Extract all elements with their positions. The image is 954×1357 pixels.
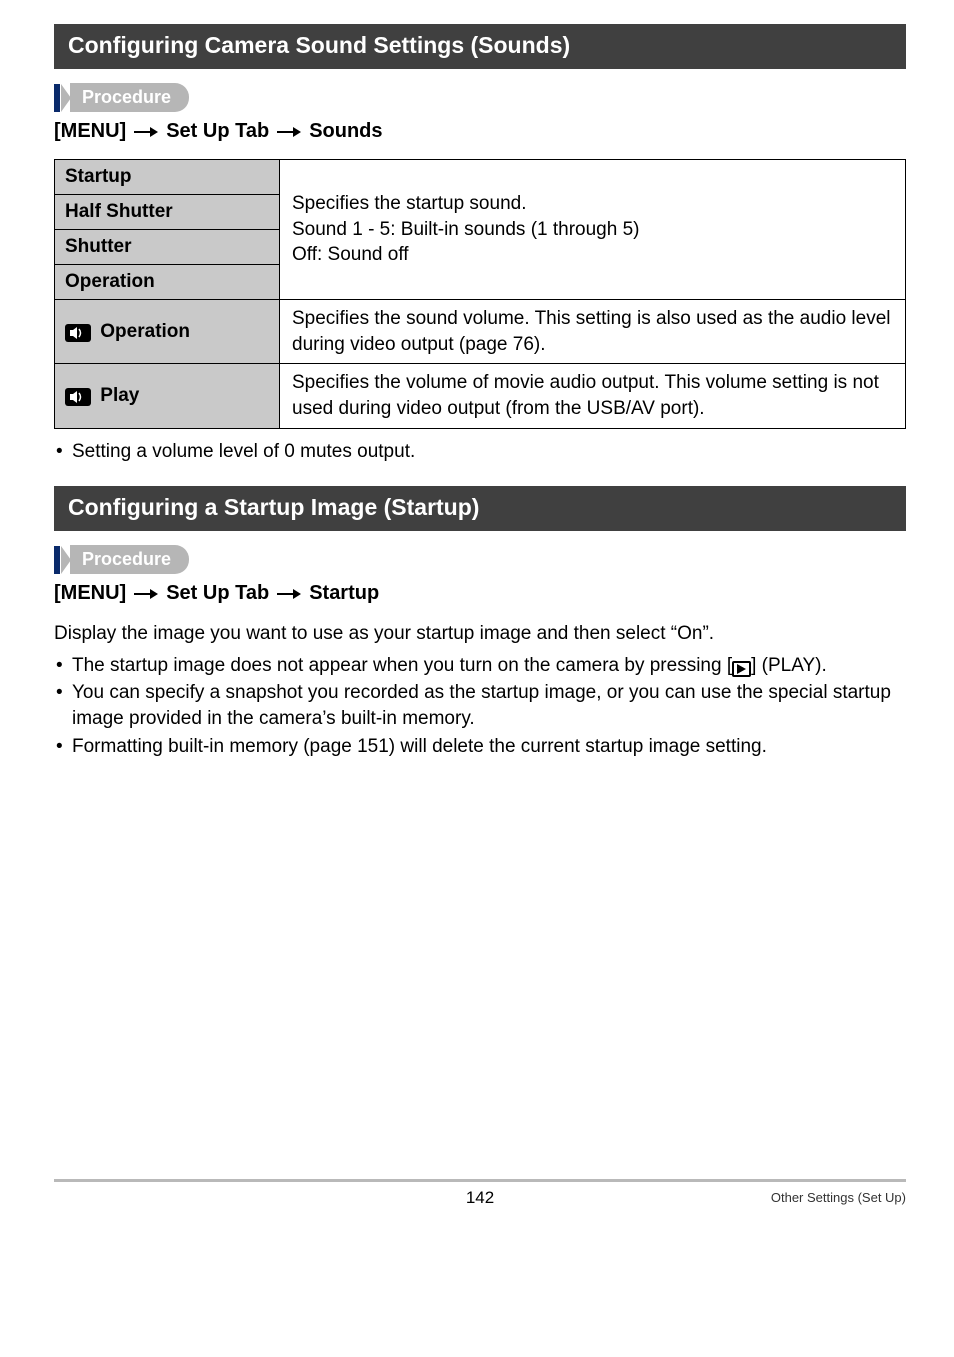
- page-footer: 142 Other Settings (Set Up): [54, 1179, 906, 1213]
- bullet-list: The startup image does not appear when y…: [54, 653, 906, 760]
- row-header-operation: Operation: [55, 265, 280, 300]
- list-item: The startup image does not appear when y…: [54, 653, 906, 679]
- table-row: Startup Specifies the startup sound. Sou…: [55, 160, 906, 195]
- bullet-text-a: The startup image does not appear when y…: [72, 655, 732, 676]
- menupath-part: [MENU]: [54, 120, 126, 143]
- table-row: Play Specifies the volume of movie audio…: [55, 364, 906, 428]
- procedure-vbar: [54, 84, 60, 112]
- page-number: 142: [466, 1188, 494, 1208]
- menupath-part: Startup: [309, 582, 379, 605]
- speaker-icon: [65, 324, 91, 342]
- menupath-part: Sounds: [309, 120, 382, 143]
- play-triangle-icon: [737, 664, 746, 674]
- arrow-right-icon: [277, 125, 301, 139]
- list-item: Formatting built-in memory (page 151) wi…: [54, 734, 906, 760]
- cell-operation-volume-desc: Specifies the sound volume. This setting…: [280, 300, 906, 364]
- list-item: Setting a volume level of 0 mutes output…: [54, 439, 906, 465]
- menupath-part: [MENU]: [54, 582, 126, 605]
- procedure-row: Procedure: [54, 83, 906, 112]
- row-header-startup: Startup: [55, 160, 280, 195]
- speaker-icon: [65, 388, 91, 406]
- row-header-half-shutter: Half Shutter: [55, 195, 280, 230]
- row-header-play-volume: Play: [55, 364, 280, 428]
- footer-section-label: Other Settings (Set Up): [771, 1190, 906, 1205]
- table-row: Operation Specifies the sound volume. Th…: [55, 300, 906, 364]
- arrow-right-icon: [134, 587, 158, 601]
- settings-table: Startup Specifies the startup sound. Sou…: [54, 159, 906, 429]
- row-header-shutter: Shutter: [55, 230, 280, 265]
- arrow-right-icon: [277, 587, 301, 601]
- play-button-icon: [732, 661, 751, 677]
- menupath-part: Set Up Tab: [166, 582, 269, 605]
- list-item: You can specify a snapshot you recorded …: [54, 680, 906, 731]
- menupath-part: Set Up Tab: [166, 120, 269, 143]
- section-heading-startup: Configuring a Startup Image (Startup): [54, 486, 906, 531]
- row-header-operation-volume: Operation: [55, 300, 280, 364]
- menu-path-sounds: [MENU] Set Up Tab Sounds: [54, 120, 906, 143]
- intro-text: Display the image you want to use as you…: [54, 621, 906, 647]
- procedure-label: Procedure: [70, 545, 189, 574]
- row-header-text: Operation: [100, 321, 190, 342]
- procedure-vbar: [54, 546, 60, 574]
- notes-list: Setting a volume level of 0 mutes output…: [54, 439, 906, 465]
- section-heading-sounds: Configuring Camera Sound Settings (Sound…: [54, 24, 906, 69]
- bullet-text-b: ] (PLAY).: [751, 655, 827, 676]
- menu-path-startup: [MENU] Set Up Tab Startup: [54, 582, 906, 605]
- desc-line: Sound 1 - 5: Built-in sounds (1 through …: [292, 219, 639, 240]
- arrow-right-icon: [134, 125, 158, 139]
- desc-line: Off: Sound off: [292, 244, 409, 265]
- procedure-row: Procedure: [54, 545, 906, 574]
- cell-sound-description: Specifies the startup sound. Sound 1 - 5…: [280, 160, 906, 300]
- desc-line: Specifies the startup sound.: [292, 193, 526, 214]
- procedure-label: Procedure: [70, 83, 189, 112]
- row-header-text: Play: [100, 385, 139, 406]
- cell-play-volume-desc: Specifies the volume of movie audio outp…: [280, 364, 906, 428]
